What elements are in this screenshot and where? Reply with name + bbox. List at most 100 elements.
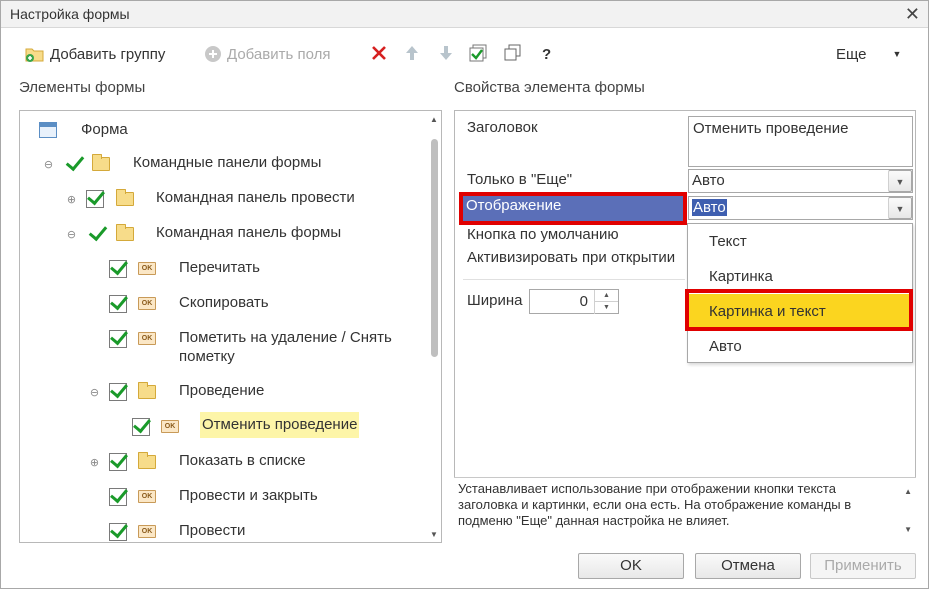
checkmark-icon[interactable] bbox=[66, 153, 80, 173]
chevron-down-icon[interactable]: ▼ bbox=[888, 170, 912, 192]
width-value: 0 bbox=[579, 293, 588, 310]
tree-node[interactable]: OK Провести bbox=[20, 521, 430, 542]
tree-node-label: Пометить на удаление / Снять пометку bbox=[179, 329, 392, 365]
scroll-down-icon[interactable]: ▼ bbox=[904, 522, 912, 538]
tree-node-selected[interactable]: OK Отменить проведение bbox=[20, 412, 430, 446]
checkbox[interactable] bbox=[132, 418, 150, 436]
help-text-box: Устанавливает использование при отображе… bbox=[454, 477, 916, 543]
dropdown-option[interactable]: Авто bbox=[688, 329, 912, 364]
tree-node-label: Перечитать bbox=[179, 259, 260, 276]
add-fields-label: Добавить поля bbox=[227, 45, 331, 63]
command-icon: OK bbox=[138, 262, 156, 275]
tree-node[interactable]: ⊕ Показать в списке bbox=[20, 451, 430, 481]
checkbox[interactable] bbox=[109, 260, 127, 278]
tree-node[interactable]: OK Скопировать bbox=[20, 293, 430, 323]
folder-icon bbox=[92, 154, 110, 171]
tree-node-label: Провести и закрыть bbox=[179, 487, 318, 504]
checkbox[interactable] bbox=[109, 488, 127, 506]
tree-node-label: Командная панель провести bbox=[156, 189, 355, 206]
element-properties-heading: Свойства элемента формы bbox=[454, 79, 645, 96]
more-label: Еще bbox=[836, 45, 867, 63]
toolbar: Добавить группу Добавить поля ? Еще ▼ bbox=[1, 37, 928, 69]
only-in-more-select[interactable]: Авто ▼ bbox=[688, 169, 913, 193]
command-icon: OK bbox=[138, 332, 156, 345]
display-select[interactable]: Авто ▼ bbox=[688, 196, 913, 220]
tree-node-label: Провести bbox=[179, 522, 246, 539]
tree-node[interactable]: ⊕ Командная панель провести bbox=[20, 188, 430, 218]
add-group-label: Добавить группу bbox=[50, 45, 166, 63]
expand-icon[interactable]: ⊕ bbox=[66, 195, 77, 206]
chevron-down-icon[interactable]: ▼ bbox=[888, 197, 912, 219]
cancel-button[interactable]: Отмена bbox=[695, 553, 801, 579]
more-menu-button[interactable]: Еще ▼ bbox=[836, 43, 901, 65]
add-group-button[interactable]: Добавить группу bbox=[25, 43, 165, 65]
delete-icon[interactable] bbox=[369, 43, 389, 63]
apply-button[interactable]: Применить bbox=[810, 553, 916, 579]
tree-node-label: Проведение bbox=[179, 382, 265, 399]
tree-node-label: Форма bbox=[81, 121, 128, 138]
display-label-selected: Отображение bbox=[463, 195, 685, 222]
close-icon[interactable]: ✕ bbox=[905, 4, 920, 25]
tree-node[interactable]: ⊖ Командная панель формы bbox=[20, 223, 430, 253]
caption-field[interactable]: Отменить проведение bbox=[688, 116, 913, 167]
expand-icon[interactable]: ⊕ bbox=[89, 458, 100, 469]
command-icon: OK bbox=[138, 525, 156, 538]
tree-node[interactable]: OK Провести и закрыть bbox=[20, 486, 430, 516]
collapse-icon[interactable]: ⊖ bbox=[43, 160, 54, 171]
tree-node[interactable]: Форма bbox=[20, 120, 430, 150]
move-up-icon[interactable] bbox=[402, 43, 422, 63]
width-label: Ширина bbox=[467, 292, 523, 309]
display-dropdown-list[interactable]: Текст Картинка Картинка и текст Авто bbox=[687, 223, 913, 363]
checkmark-icon[interactable] bbox=[89, 223, 103, 243]
tree-node-label: Показать в списке bbox=[179, 452, 306, 469]
scroll-up-icon[interactable]: ▲ bbox=[904, 484, 912, 500]
display-label: Отображение bbox=[466, 197, 562, 214]
ok-button[interactable]: OK bbox=[578, 553, 684, 579]
title-bar: Настройка формы ✕ bbox=[1, 1, 928, 28]
scroll-down-icon[interactable]: ▼ bbox=[430, 530, 438, 539]
caption-label: Заголовок bbox=[467, 119, 538, 136]
checkbox[interactable] bbox=[86, 190, 104, 208]
tree-node[interactable]: ⊖ Командные панели формы bbox=[20, 153, 430, 183]
tree-node[interactable]: OK Перечитать bbox=[20, 258, 430, 288]
folder-icon bbox=[138, 382, 156, 399]
tree-scrollbar[interactable]: ▲ ▼ bbox=[429, 115, 439, 539]
tree-node-label: Скопировать bbox=[179, 294, 269, 311]
checkbox[interactable] bbox=[109, 523, 127, 541]
cancel-label: Отмена bbox=[721, 557, 775, 574]
folder-icon bbox=[138, 452, 156, 469]
form-elements-heading: Элементы формы bbox=[19, 79, 146, 96]
checkbox[interactable] bbox=[109, 330, 127, 348]
add-fields-button[interactable]: Добавить поля bbox=[204, 43, 330, 65]
increment-icon[interactable]: ▲ bbox=[594, 290, 618, 302]
form-settings-window: Настройка формы ✕ Добавить группу Добави… bbox=[0, 0, 929, 589]
help-text: Устанавливает использование при отображе… bbox=[458, 481, 852, 528]
help-button[interactable]: ? bbox=[542, 43, 551, 65]
move-down-icon[interactable] bbox=[436, 43, 456, 63]
copy-icon[interactable] bbox=[503, 43, 523, 63]
decrement-icon[interactable]: ▼ bbox=[594, 302, 618, 314]
only-in-more-value: Авто bbox=[692, 172, 725, 189]
dropdown-option[interactable]: Картинка bbox=[688, 259, 912, 294]
command-icon: OK bbox=[161, 420, 179, 433]
scrollbar-thumb[interactable] bbox=[431, 139, 438, 357]
collapse-icon[interactable]: ⊖ bbox=[66, 230, 77, 241]
width-stepper[interactable]: 0 ▲ ▼ bbox=[529, 289, 619, 314]
checkbox[interactable] bbox=[109, 453, 127, 471]
tree-node[interactable]: OK Пометить на удаление / Снять пометку bbox=[20, 328, 430, 368]
tree-node-label: Командные панели формы bbox=[133, 154, 322, 171]
dropdown-option-highlighted[interactable]: Картинка и текст bbox=[688, 294, 912, 329]
dropdown-option[interactable]: Текст bbox=[688, 224, 912, 259]
checkbox[interactable] bbox=[109, 295, 127, 313]
form-elements-tree[interactable]: Форма ⊖ Командные панели формы ⊕ Командн… bbox=[19, 110, 442, 543]
tree-node[interactable]: ⊖ Проведение bbox=[20, 381, 430, 411]
tree-node-label: Отменить проведение bbox=[200, 412, 360, 438]
apply-label: Применить bbox=[824, 557, 902, 574]
command-icon: OK bbox=[138, 297, 156, 310]
window-title: Настройка формы bbox=[10, 6, 130, 22]
check-all-icon[interactable] bbox=[469, 43, 489, 63]
collapse-icon[interactable]: ⊖ bbox=[89, 388, 100, 399]
checkbox[interactable] bbox=[109, 383, 127, 401]
only-in-more-label: Только в "Еще" bbox=[467, 171, 573, 188]
scroll-up-icon[interactable]: ▲ bbox=[430, 115, 438, 124]
